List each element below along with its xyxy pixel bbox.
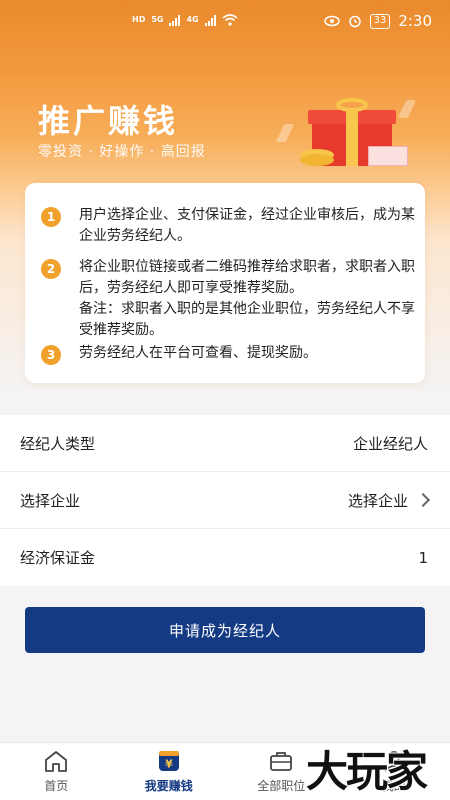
deposit-row: 经济保证金 1 bbox=[0, 529, 450, 586]
rules-card: 1 用户选择企业、支付保证金，经过企业审核后，成为某企业劳务经纪人。 2 将企业… bbox=[25, 183, 425, 383]
network-4g: 4G bbox=[186, 15, 199, 24]
deposit-label: 经济保证金 bbox=[20, 549, 96, 567]
wifi-icon bbox=[222, 14, 238, 26]
status-bar: HD 5G 4G 33 2:30 bbox=[0, 0, 450, 44]
clock: 2:30 bbox=[398, 12, 432, 30]
nav-item-earn[interactable]: ¥ 我要赚钱 bbox=[113, 743, 226, 800]
nav-label[interactable]: 全部职位 bbox=[257, 777, 305, 794]
money-icon[interactable]: ¥ bbox=[156, 749, 182, 773]
broker-type-row: 经纪人类型 企业经纪人 bbox=[0, 415, 450, 472]
select-company-label: 选择企业 bbox=[20, 491, 81, 510]
gift-illustration bbox=[275, 96, 420, 176]
status-signals: HD 5G 4G bbox=[132, 14, 238, 26]
apply-broker-button[interactable]: 申请成为经纪人 bbox=[25, 607, 425, 653]
broker-type-value: 企业经纪人 bbox=[352, 434, 428, 453]
broker-type-label: 经纪人类型 bbox=[20, 434, 96, 453]
broker-form: 经纪人类型 企业经纪人 选择企业 选择企业 经济保证金 1 bbox=[0, 415, 450, 586]
select-company-row[interactable]: 选择企业 选择企业 bbox=[0, 472, 450, 529]
briefcase-icon[interactable] bbox=[268, 749, 294, 773]
signal-icon bbox=[169, 14, 181, 26]
step-text: 将企业职位链接或者二维码推荐给求职者，求职者入职后，劳务经纪人即可享受推荐奖励。 bbox=[79, 259, 415, 296]
nav-item-home[interactable]: 首页 bbox=[0, 743, 113, 800]
nav-label[interactable]: 首页 bbox=[44, 777, 68, 794]
eye-icon bbox=[323, 15, 340, 27]
step-note: 备注：求职者入职的是其他企业职位，劳务经纪人不享受推荐奖励。 bbox=[79, 301, 415, 338]
signal-icon-2 bbox=[204, 14, 216, 26]
status-right: 33 2:30 bbox=[323, 12, 432, 30]
watermark-logo: 大玩家 bbox=[306, 747, 428, 796]
step-number-badge: 1 bbox=[41, 207, 61, 227]
svg-text:¥: ¥ bbox=[165, 758, 173, 771]
hd-indicator-1: HD bbox=[132, 15, 146, 24]
banner-title: 推广赚钱 bbox=[38, 102, 179, 140]
step-number-badge: 3 bbox=[41, 345, 61, 365]
step-text: 用户选择企业、支付保证金，经过企业审核后，成为某企业劳务经纪人。 bbox=[79, 207, 415, 244]
deposit-value: 1 bbox=[418, 548, 428, 567]
network-5g: 5G bbox=[151, 15, 164, 24]
step-item: 1 用户选择企业、支付保证金，经过企业审核后，成为某企业劳务经纪人。 bbox=[41, 205, 417, 247]
battery-indicator: 33 bbox=[369, 13, 391, 29]
step-item: 2 将企业职位链接或者二维码推荐给求职者，求职者入职后，劳务经纪人即可享受推荐奖… bbox=[41, 257, 417, 341]
step-item: 3 劳务经纪人在平台可查看、提现奖励。 bbox=[41, 343, 417, 365]
step-number-badge: 2 bbox=[41, 259, 61, 279]
select-company-value[interactable]: 选择企业 bbox=[348, 490, 408, 511]
chevron-right-icon[interactable] bbox=[415, 492, 431, 508]
step-text: 劳务经纪人在平台可查看、提现奖励。 bbox=[79, 345, 317, 361]
alarm-icon bbox=[348, 15, 361, 28]
home-icon[interactable] bbox=[43, 749, 69, 773]
nav-label[interactable]: 我要赚钱 bbox=[145, 777, 193, 794]
banner-subtitle: 零投资 · 好操作 · 高回报 bbox=[38, 144, 206, 160]
